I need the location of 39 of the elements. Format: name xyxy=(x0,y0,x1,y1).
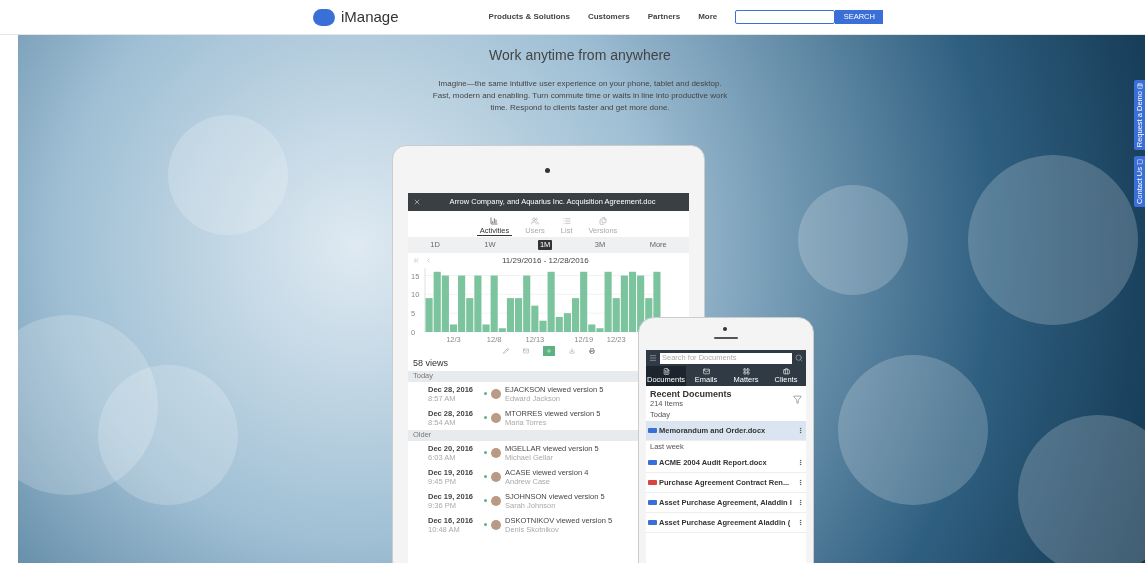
tab-icon xyxy=(702,368,710,375)
y-axis xyxy=(424,268,426,333)
plus-icon xyxy=(545,347,552,354)
tab-icon xyxy=(490,217,499,225)
search-icon[interactable] xyxy=(795,354,803,362)
hero-title: Work anytime from anywhere xyxy=(489,46,671,65)
print-icon[interactable] xyxy=(588,347,595,354)
camera-icon xyxy=(723,327,727,331)
camera-icon xyxy=(545,168,550,173)
tab-icon xyxy=(562,217,571,225)
tab-icon xyxy=(598,217,607,225)
tab-icon xyxy=(742,368,750,375)
filter-icon[interactable] xyxy=(793,394,802,404)
logo-text: iManage xyxy=(341,6,399,27)
avatar-icon xyxy=(491,412,501,423)
chart-bar xyxy=(628,271,637,332)
search-field[interactable] xyxy=(735,10,836,24)
avatar-icon xyxy=(491,471,501,482)
nav-link[interactable]: Customers xyxy=(587,11,630,23)
nav-link[interactable]: Products & Solutions xyxy=(488,11,570,23)
views-count: 58 views xyxy=(412,357,449,370)
logo-icon xyxy=(313,8,335,26)
nav-link[interactable]: More xyxy=(698,11,718,23)
add-button[interactable] xyxy=(542,345,555,356)
avatar-icon xyxy=(491,388,501,399)
nav-link[interactable]: Partners xyxy=(647,11,681,23)
menu-icon[interactable] xyxy=(649,354,657,362)
avatar-icon xyxy=(491,447,501,458)
date-range: 11/29/2016 - 12/28/2016 xyxy=(502,254,589,267)
avatar-icon xyxy=(491,519,501,530)
tab-icon xyxy=(782,368,790,375)
tab-icon xyxy=(662,368,670,375)
avatar-icon xyxy=(491,495,501,506)
hero-text: Imagine—the same intuitive user experience on your phone, tablet and desktop. Fast, modern and enabling. Turn commute time or waits in line into productive work time. Respond to clients faster and get more done. xyxy=(431,78,729,114)
list-heading: Recent Documents xyxy=(650,389,732,399)
close-icon[interactable] xyxy=(413,198,421,206)
tab-icon xyxy=(531,217,540,225)
calendar-icon xyxy=(1136,83,1143,89)
chat-icon xyxy=(1136,159,1143,166)
